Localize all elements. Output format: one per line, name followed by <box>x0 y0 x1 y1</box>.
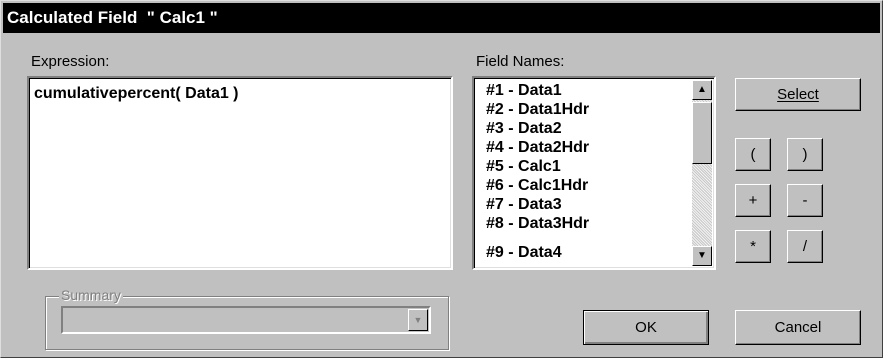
close-paren-button[interactable]: ) <box>787 138 823 171</box>
list-item[interactable]: #3 - Data2 <box>486 119 562 138</box>
cancel-button[interactable]: Cancel <box>735 310 861 345</box>
minus-button[interactable]: - <box>787 184 823 217</box>
list-item[interactable]: #7 - Data3 <box>486 195 562 214</box>
list-item[interactable]: #4 - Data2Hdr <box>486 138 589 157</box>
scroll-thumb[interactable] <box>692 102 712 164</box>
select-button[interactable]: Select <box>735 78 861 111</box>
multiply-button[interactable]: * <box>735 230 771 263</box>
scroll-up-arrow-icon[interactable]: ▲ <box>692 80 712 100</box>
scroll-down-arrow-icon[interactable]: ▼ <box>692 246 712 266</box>
ok-button[interactable]: OK <box>583 310 709 345</box>
divide-button[interactable]: / <box>787 230 823 263</box>
expression-text: cumulativepercent( Data1 ) <box>34 85 239 102</box>
list-item[interactable]: #2 - Data1Hdr <box>486 100 589 119</box>
list-item[interactable]: #5 - Calc1 <box>486 157 561 176</box>
title-bar[interactable]: Calculated Field " Calc1 " <box>3 3 880 33</box>
chevron-down-icon: ▼ <box>408 309 428 331</box>
dialog-title: Calculated Field " Calc1 " <box>7 8 218 27</box>
open-paren-button[interactable]: ( <box>735 138 771 171</box>
select-button-label: Select <box>777 86 819 103</box>
calculated-field-dialog: Calculated Field " Calc1 " Expression: c… <box>0 0 883 358</box>
field-list-scrollbar[interactable]: ▲ ▼ <box>692 80 712 266</box>
summary-dropdown: ▼ <box>61 306 431 334</box>
summary-label: Summary <box>59 287 123 303</box>
list-item[interactable]: #9 - Data4 <box>486 243 562 262</box>
list-item[interactable]: #1 - Data1 <box>486 81 562 100</box>
expression-input[interactable]: cumulativepercent( Data1 ) <box>27 76 453 270</box>
field-names-label: Field Names: <box>476 53 565 70</box>
plus-button[interactable]: + <box>735 184 771 217</box>
expression-label: Expression: <box>31 53 110 70</box>
list-item[interactable]: #8 - Data3Hdr <box>486 214 589 233</box>
field-names-list[interactable]: #1 - Data1 #2 - Data1Hdr #3 - Data2 #4 -… <box>472 76 716 270</box>
list-item[interactable]: #6 - Calc1Hdr <box>486 176 588 195</box>
